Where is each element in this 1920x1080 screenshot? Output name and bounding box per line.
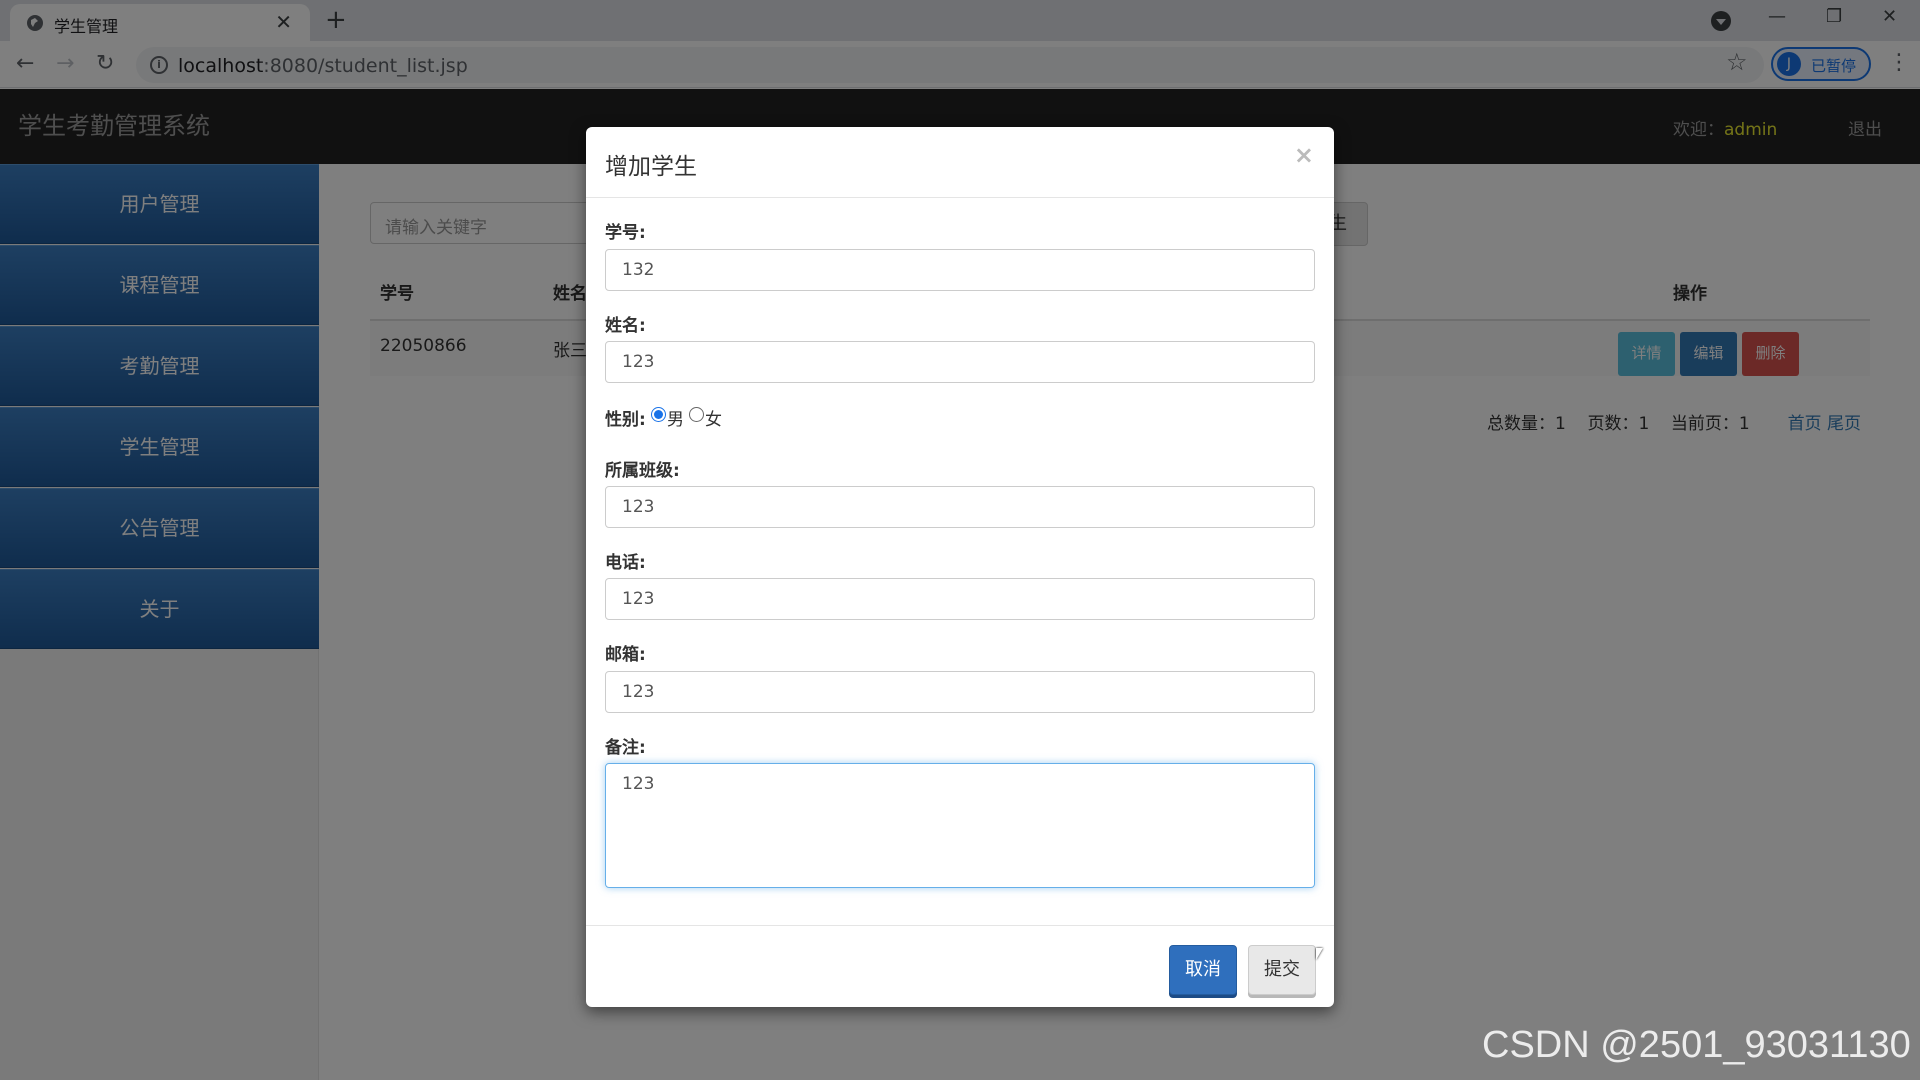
note-textarea[interactable]: 123 [605, 763, 1315, 888]
mouse-cursor-icon [1316, 948, 1323, 960]
submit-button[interactable]: 提交 [1248, 945, 1316, 995]
gender-male-label[interactable]: 男 [667, 405, 684, 430]
phone-label: 电话: [605, 553, 646, 573]
class-label: 所属班级: [605, 461, 680, 481]
csdn-watermark: CSDN @2501_93031130 [1482, 1024, 1911, 1066]
class-field[interactable]: 123 [605, 486, 1315, 528]
cancel-button[interactable]: 取消 [1169, 945, 1237, 995]
add-student-modal: 增加学生 × 学号: 132 姓名: 123 性别: 男 女 所属班级: 123… [586, 127, 1334, 1007]
email-field[interactable]: 123 [605, 671, 1315, 713]
student-id-label: 学号: [605, 223, 646, 243]
close-icon[interactable]: × [1294, 141, 1314, 169]
gender-label: 性别: [605, 410, 646, 430]
student-id-field[interactable]: 132 [605, 249, 1315, 291]
note-label: 备注: [605, 738, 646, 758]
phone-field[interactable]: 123 [605, 578, 1315, 620]
name-field[interactable]: 123 [605, 341, 1315, 383]
email-label: 邮箱: [605, 645, 646, 665]
name-label: 姓名: [605, 316, 646, 336]
gender-female-label[interactable]: 女 [705, 405, 722, 430]
gender-male-radio[interactable] [651, 407, 666, 422]
gender-female-radio[interactable] [689, 407, 704, 422]
modal-footer-divider [586, 925, 1334, 926]
modal-header: 增加学生 × [586, 127, 1334, 198]
modal-title: 增加学生 [605, 154, 697, 180]
